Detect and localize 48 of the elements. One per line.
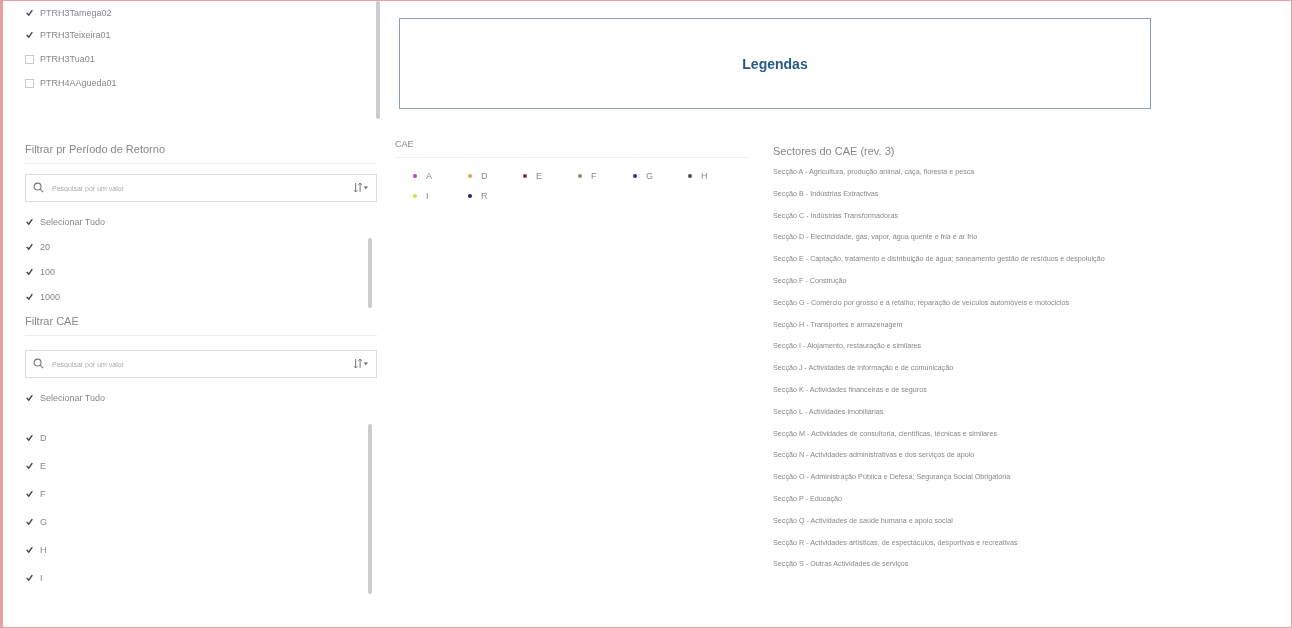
checkbox[interactable] [25, 461, 34, 471]
checkbox[interactable] [25, 30, 34, 40]
legend-label: R [481, 191, 488, 201]
checkbox[interactable] [25, 433, 34, 443]
checkbox[interactable] [25, 545, 34, 555]
item-label[interactable]: Selecionar Tudo [40, 393, 106, 403]
sort-icon[interactable] [353, 358, 369, 369]
checkbox[interactable] [25, 267, 34, 276]
search-icon [33, 358, 44, 369]
item-label[interactable]: 100 [40, 266, 56, 277]
section-title: Sectores do CAE (rev. 3) [773, 145, 896, 159]
checkbox[interactable] [25, 573, 34, 583]
item-label[interactable]: H [40, 545, 47, 555]
legend-label: I [426, 191, 429, 201]
legend-label: D [481, 171, 488, 181]
item-label[interactable]: 1000 [40, 291, 61, 302]
legend-label: H [701, 171, 708, 181]
scrollbar[interactable] [368, 424, 372, 594]
checkbox[interactable] [25, 217, 34, 227]
checkbox[interactable] [25, 242, 34, 251]
item-label[interactable]: Selecionar Tudo [40, 217, 106, 227]
checkbox[interactable] [25, 489, 34, 499]
legend-label: F [591, 171, 597, 181]
item-label[interactable]: G [40, 517, 47, 527]
checkbox[interactable] [25, 517, 34, 527]
item-label[interactable]: PTRH3Tua01 [40, 54, 95, 64]
scrollbar[interactable] [376, 1, 380, 119]
legend-label: E [536, 171, 542, 181]
filter-title: Filtrar CAE [25, 309, 377, 336]
filter-title: Filtrar pr Período de Retorno [25, 131, 377, 164]
item-label[interactable]: I [40, 573, 43, 583]
checkbox[interactable] [25, 292, 34, 301]
checkbox[interactable] [25, 393, 34, 403]
item-label[interactable]: 20 [40, 241, 50, 252]
section-title: CAE [395, 139, 749, 158]
item-label[interactable]: PTRH4AAgueda01 [40, 78, 117, 88]
item-label[interactable]: E [40, 461, 46, 471]
sort-icon[interactable] [353, 182, 369, 193]
scrollbar[interactable] [368, 238, 372, 308]
item-label[interactable]: D [40, 433, 47, 443]
legend-label: A [426, 171, 432, 181]
item-label[interactable]: F [40, 489, 46, 499]
checkbox[interactable] [25, 8, 34, 18]
legend-label: G [646, 171, 653, 181]
item-label[interactable]: PTRH3Teixeira01 [40, 30, 111, 40]
search-icon [33, 182, 44, 193]
legend-title: Legendas [742, 55, 808, 72]
item-label[interactable]: PTRH3Tamega02 [40, 8, 112, 18]
